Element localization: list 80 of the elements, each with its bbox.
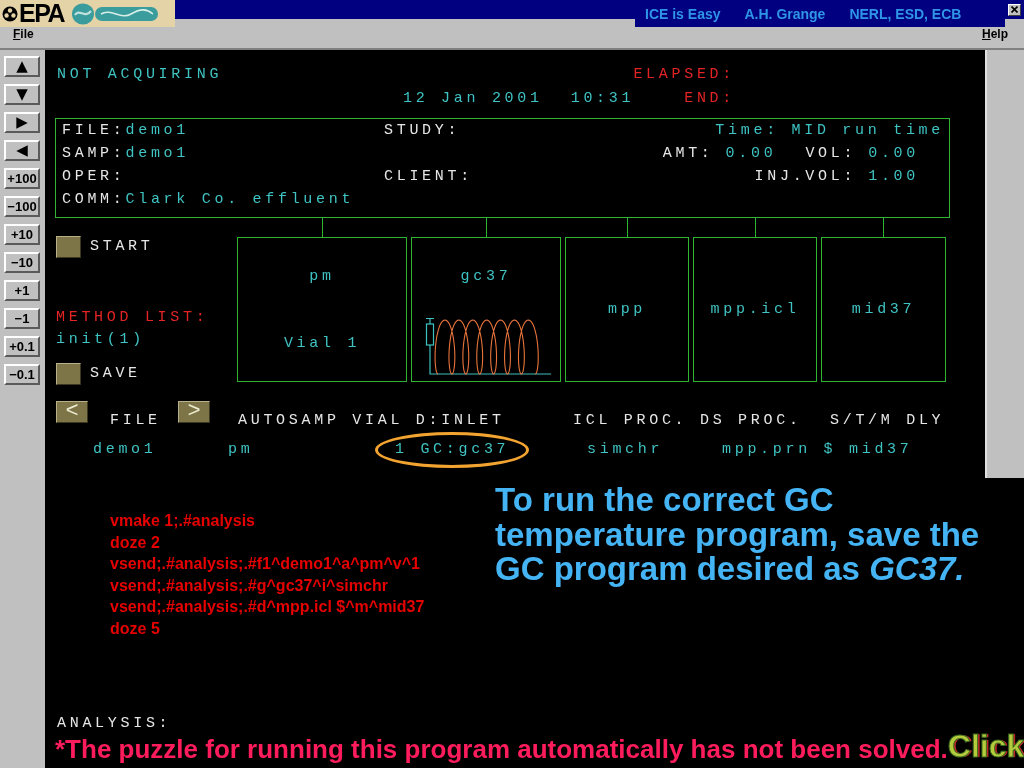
sequence-value: demo1 (93, 440, 157, 460)
end-label: END: (684, 89, 735, 109)
date-text: 12 Jan 2001 (403, 89, 543, 109)
credit-text: A.H. Grange (744, 5, 826, 22)
method-detail: Vial 1 (283, 334, 361, 354)
arrow-button[interactable]: ▶ (4, 112, 40, 133)
credit-text: NERL, ESD, ECB (849, 5, 962, 22)
footnote-text: *The puzzle for running this program automatically has not been solved. (55, 734, 948, 764)
field-label: INJ.VOL: (754, 166, 857, 187)
analysis-label: ANALYSIS: (57, 714, 172, 734)
field-label: AMT: (662, 143, 714, 164)
step-button[interactable]: +100 (4, 168, 40, 189)
step-button[interactable]: −100 (4, 196, 40, 217)
field-value: demo1 (125, 120, 190, 141)
method-list-item[interactable]: init(1) (56, 330, 145, 350)
step-button[interactable]: −1 (4, 308, 40, 329)
close-icon (1011, 6, 1018, 13)
method-name: pm (309, 267, 335, 287)
toggle-label: START (90, 237, 154, 257)
toggle-button[interactable] (56, 236, 81, 258)
method-box[interactable]: mid37 (821, 237, 946, 382)
method-list-label: METHOD LIST: (56, 308, 209, 328)
sequence-value: mpp.prn $ mid37 (722, 440, 913, 460)
previous-button[interactable]: < (56, 401, 88, 423)
elapsed-label: ELAPSED: (633, 65, 735, 85)
menu-item[interactable]: Help (982, 27, 1008, 41)
field-label: FILE: (62, 120, 126, 141)
field-label: CLIENT: (384, 166, 473, 187)
sequence-value: pm (228, 440, 254, 460)
step-button[interactable]: +0.1 (4, 336, 40, 357)
column-header: FILE (110, 412, 161, 429)
field-label: SAMP: (62, 143, 126, 164)
swirl-logo-icon (71, 2, 160, 25)
credit-text: ICE is Easy (645, 5, 721, 22)
field-value: demo1 (125, 143, 190, 164)
method-name: gc37 (460, 267, 512, 287)
script-line: doze 2 (110, 532, 160, 553)
arrow-button[interactable]: ◀ (4, 140, 40, 161)
method-name: mpp (607, 299, 647, 320)
step-button[interactable]: −0.1 (4, 364, 40, 385)
arrow-button[interactable]: ▼ (4, 84, 40, 105)
column-header: ICL PROC. DS PROC. (573, 412, 802, 429)
field-label: COMM: (62, 189, 126, 210)
script-line: vmake 1;.#analysis (110, 511, 255, 531)
method-box[interactable]: mpp (565, 237, 689, 382)
method-box[interactable]: pm Vial 1 (237, 237, 407, 382)
step-button[interactable]: −10 (4, 252, 40, 273)
toggle-button[interactable] (56, 363, 81, 385)
toggle-label: SAVE (90, 364, 141, 384)
method-name: mid37 (851, 299, 916, 320)
script-line: doze 5 (110, 618, 160, 639)
circled-value: 1 GC:gc37 (375, 432, 530, 468)
arrow-button[interactable]: ▲ (4, 56, 40, 77)
status-text: NOT ACQUIRING (57, 65, 223, 85)
field-value: 0.00 (725, 143, 777, 164)
field-value: 0.00 (868, 143, 919, 164)
field-label: VOL: (805, 143, 857, 164)
method-box[interactable]: mpp.icl (693, 237, 817, 382)
time-text: 10:31 (570, 89, 635, 109)
field-label: STUDY: (384, 120, 461, 141)
method-box[interactable]: gc37 (411, 237, 561, 382)
logo-text: EPA (19, 1, 65, 26)
step-button[interactable]: +10 (4, 224, 40, 245)
method-name: mpp.icl (710, 299, 800, 320)
sequence-value: simchr (587, 440, 664, 460)
field-value: Clark Co. effluent (125, 189, 355, 210)
field-label: OPER: (62, 166, 126, 187)
step-button[interactable]: +1 (4, 280, 40, 301)
column-header: AUTOSAMP VIAL D:INLET (238, 412, 505, 429)
script-line: vsend;.#analysis;.#d^mpp.icl $^m^mid37 (110, 597, 425, 617)
script-line: vsend;.#analysis;.#g^gc37^i^simchr (110, 575, 388, 596)
instruction-text: To run the correct GC temperature program, save the GC program desired as GC37. (495, 480, 981, 587)
menu-item[interactable]: File (13, 27, 34, 41)
close-button[interactable] (1008, 3, 1021, 16)
column-header: S/T/M DLY (830, 412, 945, 429)
click-button[interactable]: Click (947, 726, 1024, 766)
field-value: 1.00 (868, 166, 919, 187)
next-button[interactable]: > (178, 401, 210, 423)
script-line: vsend;.#analysis;.#f1^demo1^a^pm^v^1 (110, 554, 420, 574)
field-value: Time: MID run time (715, 120, 944, 141)
